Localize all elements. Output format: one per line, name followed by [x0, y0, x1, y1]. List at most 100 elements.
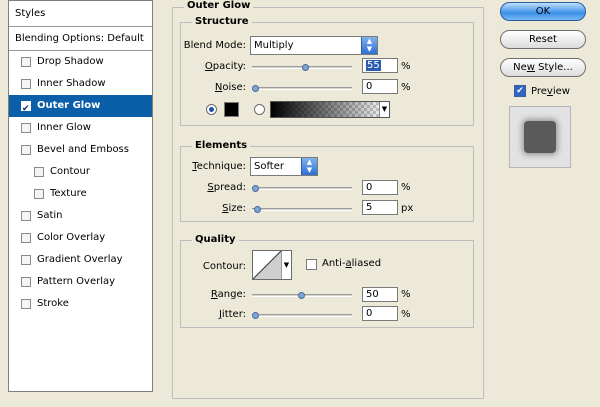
blend-mode-label: Blend Mode:: [183, 40, 246, 51]
anti-aliased-checkbox[interactable]: [306, 259, 317, 270]
effect-checkbox[interactable]: [34, 167, 44, 177]
effects-list: Drop Shadow Inner Shadow Outer Glow Inner G…: [9, 51, 152, 315]
effect-label: Satin: [37, 210, 63, 221]
range-input[interactable]: 50: [362, 287, 398, 302]
effect-checkbox[interactable]: [21, 57, 31, 67]
opacity-input[interactable]: 55: [362, 58, 398, 73]
spread-slider-thumb[interactable]: [252, 185, 259, 192]
reset-button[interactable]: Reset: [500, 30, 586, 49]
solid-color-radio[interactable]: [206, 104, 217, 115]
spread-unit: %: [401, 182, 411, 193]
technique-label: Technique:: [192, 161, 246, 172]
spread-slider[interactable]: [252, 185, 352, 192]
select-arrows-icon: ▲ ▼: [301, 158, 317, 175]
effect-item-color-overlay[interactable]: Color Overlay: [9, 227, 152, 249]
structure-legend: Structure: [192, 16, 252, 27]
effect-checkbox[interactable]: [21, 277, 31, 287]
jitter-label: Jitter:: [218, 309, 246, 320]
effect-checkbox[interactable]: [34, 189, 44, 199]
noise-input[interactable]: 0: [362, 79, 398, 94]
spread-label: Spread:: [207, 182, 246, 193]
gradient-radio[interactable]: [254, 104, 265, 115]
opacity-unit: %: [401, 61, 411, 72]
opacity-slider[interactable]: [252, 64, 352, 71]
panel-title: Outer Glow: [184, 0, 254, 11]
effect-label: Contour: [50, 166, 90, 177]
quality-legend: Quality: [192, 234, 239, 245]
effect-item-drop-shadow[interactable]: Drop Shadow: [9, 51, 152, 73]
jitter-input[interactable]: 0: [362, 306, 398, 321]
style-preview-thumbnail: [509, 106, 571, 168]
effect-item-texture[interactable]: Texture: [9, 183, 152, 205]
noise-slider-thumb[interactable]: [252, 85, 259, 92]
effect-label: Outer Glow: [37, 100, 101, 111]
size-slider[interactable]: [252, 206, 352, 213]
technique-select[interactable]: Softer ▲ ▼: [250, 157, 318, 176]
size-input[interactable]: 5: [362, 200, 398, 215]
noise-unit: %: [401, 82, 411, 93]
effect-item-bevel-and-emboss[interactable]: Bevel and Emboss: [9, 139, 152, 161]
effect-item-inner-glow[interactable]: Inner Glow: [9, 117, 152, 139]
effect-item-outer-glow[interactable]: Outer Glow: [9, 95, 152, 120]
jitter-slider-thumb[interactable]: [252, 312, 259, 319]
range-slider[interactable]: [252, 292, 352, 299]
blend-mode-select[interactable]: Multiply ▲ ▼: [250, 36, 378, 55]
preview-label[interactable]: Preview: [531, 86, 570, 97]
noise-label: Noise:: [214, 82, 246, 93]
outer-glow-panel: Outer Glow Structure Blend Mode: Multipl…: [172, 0, 492, 400]
elements-legend: Elements: [192, 140, 251, 151]
contour-curve-icon: [252, 250, 282, 280]
opacity-slider-thumb[interactable]: [302, 64, 310, 71]
opacity-label: Opacity:: [204, 61, 246, 72]
effect-checkbox[interactable]: [21, 255, 31, 265]
anti-aliased-label[interactable]: Anti-aliased: [322, 258, 381, 269]
effect-checkbox[interactable]: [21, 233, 31, 243]
preview-swatch: [524, 121, 556, 153]
glow-color-swatch[interactable]: [224, 102, 239, 117]
effect-checkbox[interactable]: [21, 79, 31, 89]
preview-checkbox[interactable]: ✔: [514, 85, 526, 97]
range-unit: %: [401, 289, 411, 300]
effect-checkbox[interactable]: [21, 299, 31, 309]
effect-item-contour[interactable]: Contour: [9, 161, 152, 183]
styles-header[interactable]: Styles: [9, 1, 152, 27]
contour-picker[interactable]: ▼: [252, 250, 292, 280]
jitter-slider[interactable]: [252, 312, 352, 319]
blend-mode-value: Multiply: [254, 40, 294, 51]
effect-label: Inner Glow: [37, 122, 91, 133]
effect-item-inner-shadow[interactable]: Inner Shadow: [9, 73, 152, 95]
effect-checkbox[interactable]: [21, 123, 31, 133]
range-label: Range:: [210, 289, 246, 300]
range-slider-thumb[interactable]: [297, 292, 305, 299]
blending-options-item[interactable]: Blending Options: Default: [9, 27, 152, 51]
select-arrows-icon: ▲ ▼: [361, 37, 377, 54]
effect-item-pattern-overlay[interactable]: Pattern Overlay: [9, 271, 152, 293]
noise-slider[interactable]: [252, 85, 352, 92]
jitter-unit: %: [401, 309, 411, 320]
glow-gradient-picker[interactable]: ▼: [270, 101, 390, 118]
size-slider-thumb[interactable]: [253, 206, 261, 213]
dropdown-arrow-icon: ▼: [281, 251, 291, 279]
effect-label: Stroke: [37, 298, 69, 309]
size-label: Size:: [222, 203, 246, 214]
effect-checkbox[interactable]: [21, 145, 31, 155]
effect-item-satin[interactable]: Satin: [9, 205, 152, 227]
effect-label: Texture: [50, 188, 87, 199]
effect-item-gradient-overlay[interactable]: Gradient Overlay: [9, 249, 152, 271]
effect-label: Inner Shadow: [37, 78, 106, 89]
effect-checkbox[interactable]: [21, 98, 31, 120]
effect-item-stroke[interactable]: Stroke: [9, 293, 152, 315]
size-unit: px: [401, 203, 414, 214]
contour-label: Contour:: [202, 261, 246, 272]
dropdown-arrow-icon: ▼: [379, 102, 389, 117]
ok-button[interactable]: OK: [500, 2, 586, 21]
effect-label: Color Overlay: [37, 232, 106, 243]
new-style-button[interactable]: New Style...: [500, 58, 586, 77]
spread-input[interactable]: 0: [362, 180, 398, 195]
technique-value: Softer: [254, 161, 284, 172]
effect-label: Gradient Overlay: [37, 254, 123, 265]
styles-list: Styles Blending Options: Default Drop Sh…: [8, 0, 153, 392]
effect-checkbox[interactable]: [21, 211, 31, 221]
effect-label: Bevel and Emboss: [37, 144, 129, 155]
effect-label: Drop Shadow: [37, 56, 104, 67]
